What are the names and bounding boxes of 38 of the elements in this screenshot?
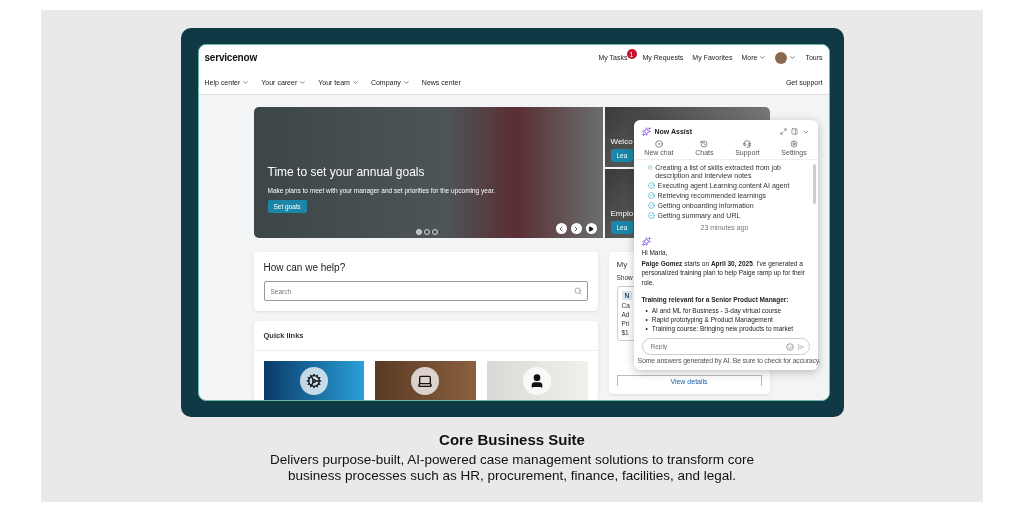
logo: servicenow [204, 52, 257, 63]
avatar-menu[interactable] [775, 51, 797, 64]
sparkle-icon [641, 237, 651, 247]
search-icon [573, 287, 582, 295]
caret-icon [789, 54, 797, 61]
play-button[interactable] [585, 223, 597, 234]
quick-link-tile[interactable] [263, 361, 365, 400]
quick-link-tile[interactable] [375, 361, 476, 400]
play-icon [588, 225, 594, 232]
card-title: How can we help? [263, 262, 347, 273]
chevron-right-icon [572, 224, 580, 233]
sparkle-icon [641, 127, 651, 136]
hero-title: Time to set your annual goals [267, 165, 425, 179]
chevron-left-icon [557, 224, 565, 233]
gears-icon [305, 373, 322, 389]
caption-title: Core Business Suite [439, 431, 585, 448]
previous-button[interactable] [555, 223, 567, 234]
laptop-icon [417, 373, 434, 389]
avatar [775, 51, 788, 64]
carousel-dot[interactable] [415, 229, 422, 235]
headset-icon [743, 140, 752, 148]
history-icon [700, 140, 709, 148]
scrollbar [812, 164, 816, 204]
caret-icon [759, 54, 767, 61]
caret-icon [242, 78, 250, 86]
card-title: Welco [610, 137, 633, 146]
caret-icon [402, 78, 410, 86]
caption-text: Delivers purpose-built, AI-powered case management solutions to transform core business processes such as HR, procurement, finance, facilities, and legal. [269, 452, 755, 485]
card-title: Emplo [610, 208, 634, 218]
next-button[interactable] [570, 223, 582, 234]
settings-icon [790, 140, 798, 148]
card-title: My [616, 260, 628, 269]
caret-icon [351, 78, 359, 86]
circle-dot-icon [654, 140, 663, 148]
quick-link-tile[interactable] [486, 361, 588, 400]
panel-icon[interactable] [790, 128, 798, 135]
expand-icon[interactable] [779, 128, 787, 135]
caret-icon [299, 78, 307, 86]
